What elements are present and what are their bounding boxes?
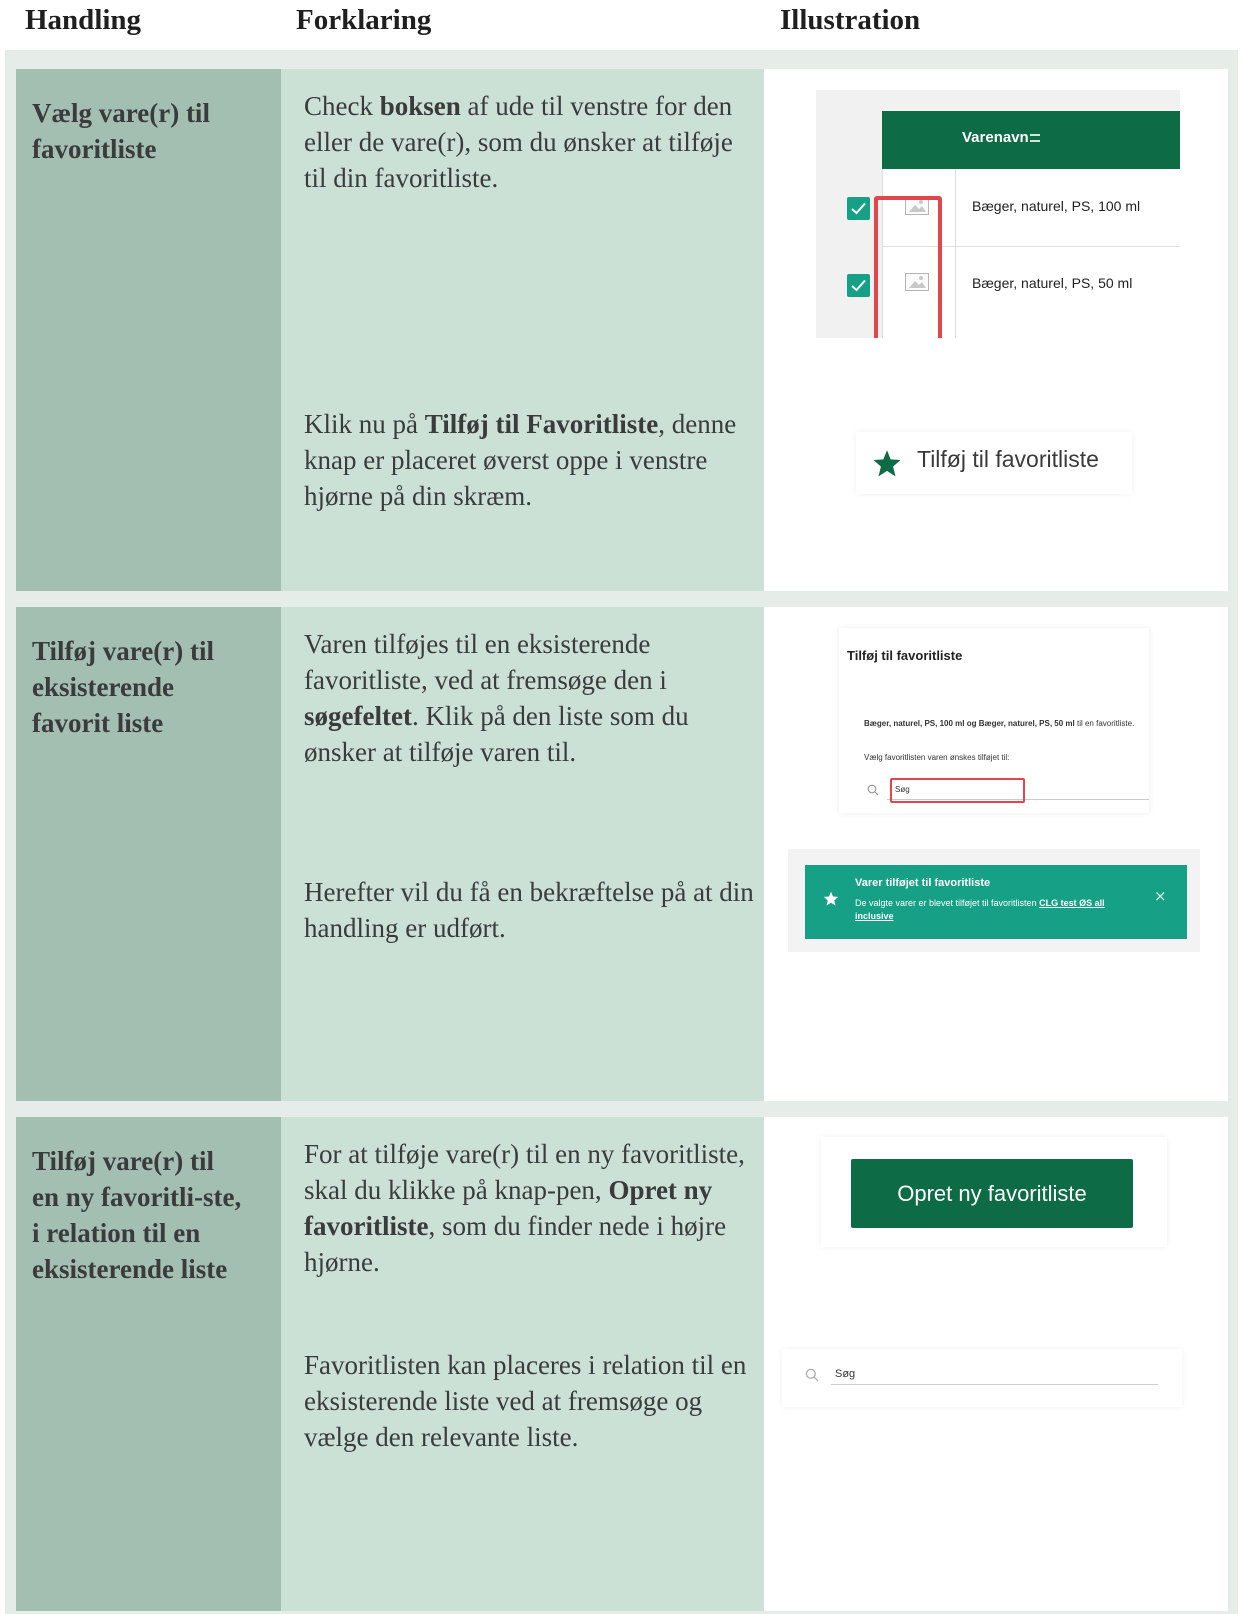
forklaring-cell: For at tilføje vare(r) til en ny favorit… [281,1117,764,1611]
add-to-favorites-label: Tilføj til favoritliste [917,446,1099,472]
checkbox-checked[interactable] [847,274,870,297]
header-handling: Handling [25,4,142,36]
confirmation-toast: Varer tilføjet til favoritliste De valgt… [805,865,1187,939]
dialog-text: Bæger, naturel, PS, 100 ml og Bæger, nat… [864,719,1135,728]
highlight-box [874,196,942,338]
checkbox-checked[interactable] [847,197,870,220]
table-row: Tilføj vare(r) til eksisterende favorit … [16,607,1228,1101]
search-icon [805,1368,819,1382]
illustration-cell: Opret ny favoritliste Søg [764,1117,1228,1611]
add-to-favorites-dialog: Tilføj til favoritliste Bæger, naturel, … [839,628,1149,813]
toast-text: De valgte varer er blevet tilføjet til f… [855,898,1105,921]
explanation-paragraph: Favoritlisten kan placeres i relation ti… [304,1350,747,1452]
table-row: Tilføj vare(r) til en ny favoritli-ste, … [16,1117,1228,1611]
product-table-screenshot: Varenavn Bæger, naturel, PS, 100 ml Bæge… [816,90,1180,338]
search-input[interactable]: Søg [835,1368,855,1380]
handling-text: Tilføj vare(r) til en ny favoritli-ste, … [32,1146,242,1284]
star-icon [823,891,839,906]
handling-cell: Tilføj vare(r) til eksisterende favorit … [16,607,281,1101]
explanation-paragraph: Klik nu på Tilføj til Favoritliste, denn… [304,409,737,511]
search-icon [867,784,879,796]
search-input[interactable]: Søg [890,778,1025,803]
create-new-favorite-list-button[interactable]: Opret ny favoritliste [851,1159,1133,1228]
sort-icon [1029,134,1040,143]
dialog-instruction: Vælg favoritlisten varen ønskes tilføjet… [864,753,1010,762]
table-row: Vælg vare(r) til favoritliste Check boks… [16,69,1228,591]
table-column-header: Varenavn [882,111,1180,169]
product-name: Bæger, naturel, PS, 100 ml [972,198,1141,214]
table-header: Handling Forklaring Illustration [0,0,1243,48]
explanation-paragraph: Herefter vil du få en bekræftelse på at … [304,877,754,943]
product-name: Bæger, naturel, PS, 50 ml [972,275,1133,291]
header-forklaring: Forklaring [296,4,432,36]
forklaring-cell: Varen tilføjes til en eksisterende favor… [281,607,764,1101]
forklaring-cell: Check boksen af ude til venstre for den … [281,69,764,591]
star-icon [873,450,901,477]
handling-cell: Vælg vare(r) til favoritliste [16,69,281,591]
handling-cell: Tilføj vare(r) til en ny favoritli-ste, … [16,1117,281,1611]
explanation-paragraph: Check boksen af ude til venstre for den … [304,91,733,193]
toast-title: Varer tilføjet til favoritliste [855,877,991,889]
header-illustration: Illustration [780,4,921,36]
illustration-cell: Tilføj til favoritliste Bæger, naturel, … [764,607,1228,1101]
explanation-paragraph: Varen tilføjes til en eksisterende favor… [304,629,689,767]
add-to-favorites-button[interactable]: Tilføj til favoritliste [856,432,1132,494]
handling-text: Vælg vare(r) til favoritliste [32,98,210,164]
dialog-title: Tilføj til favoritliste [847,648,963,663]
handling-text: Tilføj vare(r) til eksisterende favorit … [32,636,214,738]
explanation-paragraph: For at tilføje vare(r) til en ny favorit… [304,1139,745,1277]
illustration-cell: Varenavn Bæger, naturel, PS, 100 ml Bæge… [764,69,1228,591]
close-icon[interactable]: × [1154,887,1167,905]
